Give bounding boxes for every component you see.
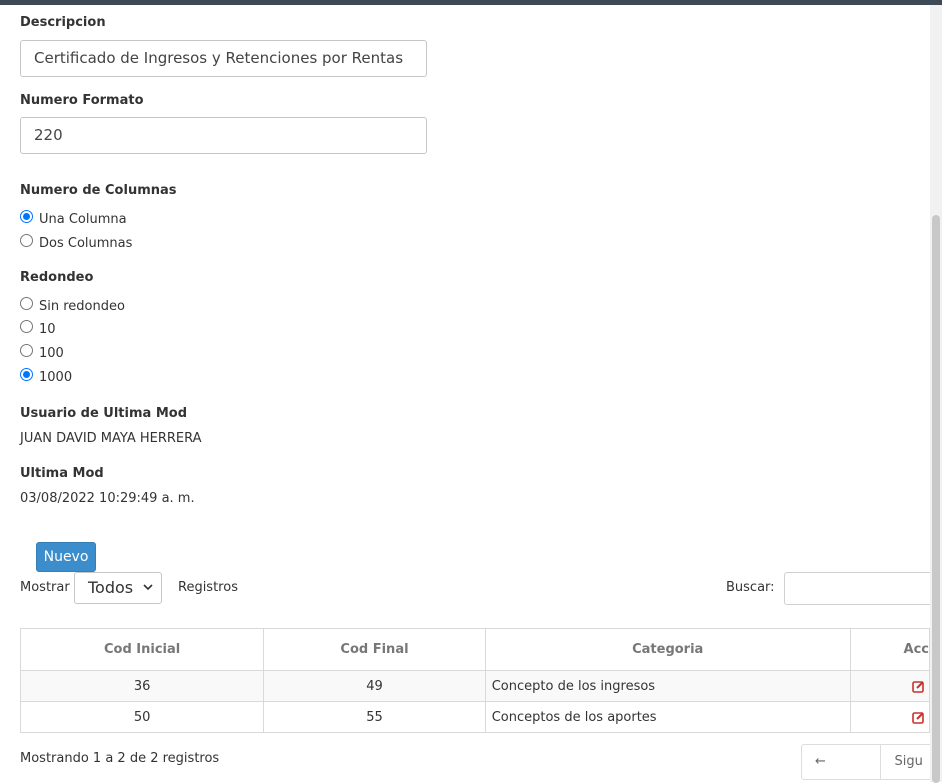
radio-button[interactable] [20, 320, 33, 333]
chevron-down-icon [143, 573, 153, 615]
cell-cod-final: 55 [263, 701, 486, 733]
radio-100[interactable]: 100 [20, 344, 64, 361]
scrollbar-track[interactable] [930, 5, 942, 783]
descripcion-input[interactable]: Certificado de Ingresos y Retenciones po… [20, 40, 427, 77]
numero-formato-input[interactable]: 220 [20, 117, 427, 154]
radio-label: Dos Columnas [39, 236, 133, 251]
table-info: Mostrando 1 a 2 de 2 registros [20, 751, 220, 766]
columnas-label: Numero de Columnas [20, 183, 177, 198]
radio-button[interactable] [20, 234, 33, 247]
cell-categoria: Conceptos de los aportes [484, 701, 851, 733]
pagination: ← Anterior Sigu [801, 744, 930, 780]
registros-label: Registros [178, 580, 238, 595]
radio-button[interactable] [20, 344, 33, 357]
table-row: 36 49 Concepto de los ingresos [19, 670, 930, 702]
usuario-label: Usuario de Ultima Mod [20, 406, 187, 421]
radio-button-selected[interactable] [20, 368, 33, 381]
table-header-row: Cod Inicial Cod Final Categoria Acc [19, 628, 930, 671]
cell-categoria: Concepto de los ingresos [484, 670, 851, 702]
radio-10[interactable]: 10 [20, 320, 56, 337]
cell-cod-inicial: 50 [19, 701, 265, 733]
radio-dos-columnas[interactable]: Dos Columnas [20, 234, 133, 251]
usuario-value: JUAN DAVID MAYA HERRERA [20, 431, 202, 446]
buscar-label: Buscar: [726, 580, 775, 595]
radio-label: 1000 [39, 370, 73, 385]
radio-1000[interactable]: 1000 [20, 368, 73, 385]
header-acciones[interactable]: Acc [849, 628, 930, 671]
radio-sin-redondeo[interactable]: Sin redondeo [20, 297, 125, 314]
numero-formato-label: Numero Formato [20, 93, 144, 108]
scrollbar-thumb[interactable] [932, 215, 940, 783]
ultima-mod-label: Ultima Mod [20, 466, 104, 481]
radio-label: Sin redondeo [39, 299, 125, 314]
cell-acciones [849, 670, 930, 702]
nuevo-button[interactable]: Nuevo [36, 542, 96, 572]
radio-una-columna[interactable]: Una Columna [20, 210, 127, 227]
data-table: Cod Inicial Cod Final Categoria Acc 36 4… [19, 628, 930, 733]
previous-page-button[interactable]: ← Anterior [802, 745, 882, 779]
mostrar-label: Mostrar [20, 580, 70, 595]
redondeo-label: Redondeo [20, 270, 94, 285]
radio-label: Una Columna [39, 212, 127, 227]
radio-button[interactable] [20, 297, 33, 310]
radio-label: 100 [39, 346, 64, 361]
table-row: 50 55 Conceptos de los aportes [19, 701, 930, 733]
cell-cod-inicial: 36 [19, 670, 265, 702]
header-cod-final[interactable]: Cod Final [263, 628, 486, 671]
edit-icon[interactable] [912, 711, 925, 724]
radio-button-selected[interactable] [20, 210, 33, 223]
form-panel: Descripcion Certificado de Ingresos y Re… [0, 5, 930, 782]
page-size-value: Todos [88, 578, 134, 597]
edit-icon[interactable] [912, 680, 925, 693]
ultima-mod-value: 03/08/2022 10:29:49 a. m. [20, 491, 195, 506]
cell-acciones [849, 701, 930, 733]
radio-label: 10 [39, 322, 56, 337]
next-page-button[interactable]: Sigu [881, 745, 930, 779]
header-categoria[interactable]: Categoria [484, 628, 851, 671]
page-size-select[interactable]: Todos [74, 572, 162, 604]
descripcion-label: Descripcion [20, 15, 106, 30]
search-input[interactable] [784, 572, 930, 605]
header-cod-inicial[interactable]: Cod Inicial [19, 628, 265, 671]
cell-cod-final: 49 [263, 670, 486, 702]
